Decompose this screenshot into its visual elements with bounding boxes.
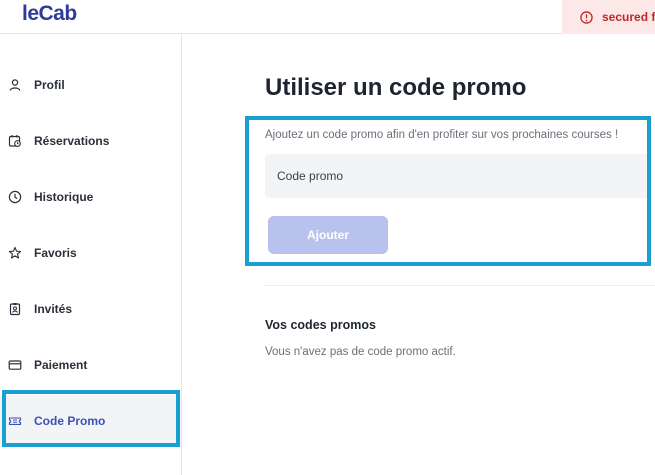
top-header: leCab secured f bbox=[0, 0, 655, 34]
sidebar-item-label: Favoris bbox=[34, 246, 77, 260]
security-alert-banner: secured f bbox=[562, 0, 655, 34]
clock-icon bbox=[8, 190, 22, 204]
main-content: Utiliser un code promo Ajoutez un code p… bbox=[182, 34, 655, 475]
sidebar-item-code-promo[interactable]: Code Promo bbox=[0, 395, 181, 447]
promo-code-input[interactable] bbox=[265, 154, 647, 198]
star-icon bbox=[8, 246, 22, 259]
ticket-icon bbox=[8, 417, 22, 425]
security-alert-text: secured f bbox=[602, 10, 655, 24]
promo-description: Ajoutez un code promo afin d'en profiter… bbox=[265, 129, 619, 141]
sidebar-item-profil[interactable]: Profil bbox=[0, 59, 181, 111]
info-circle-icon bbox=[580, 10, 593, 24]
add-promo-button[interactable]: Ajouter bbox=[268, 216, 388, 254]
sidebar-item-favoris[interactable]: Favoris bbox=[0, 227, 181, 279]
page-title: Utiliser un code promo bbox=[265, 74, 527, 101]
credit-card-icon bbox=[8, 360, 22, 370]
sidebar-item-invites[interactable]: Invités bbox=[0, 283, 181, 335]
sidebar-item-label: Invités bbox=[34, 302, 73, 316]
sidebar-item-label: Code Promo bbox=[34, 414, 106, 428]
promo-code-form: Ajoutez un code promo afin d'en profiter… bbox=[245, 116, 651, 266]
sidebar-item-reservations[interactable]: Réservations bbox=[0, 115, 181, 167]
sidebar-item-label: Paiement bbox=[34, 358, 88, 372]
sidebar-item-label: Réservations bbox=[34, 134, 110, 148]
badge-icon bbox=[9, 303, 21, 316]
sidebar-item-label: Historique bbox=[34, 190, 94, 204]
sidebar-nav: Profil Réservations Historique Favoris I… bbox=[0, 34, 182, 475]
sidebar-item-label: Profil bbox=[34, 78, 65, 92]
section-divider bbox=[265, 285, 655, 286]
lecab-logo[interactable]: leCab bbox=[22, 2, 77, 26]
sidebar-item-historique[interactable]: Historique bbox=[0, 171, 181, 223]
calendar-clock-icon bbox=[8, 135, 21, 147]
promo-codes-section-title: Vos codes promos bbox=[265, 318, 376, 332]
user-icon bbox=[9, 79, 21, 91]
promo-codes-empty-state: Vous n'avez pas de code promo actif. bbox=[265, 346, 456, 358]
sidebar-item-paiement[interactable]: Paiement bbox=[0, 339, 181, 391]
